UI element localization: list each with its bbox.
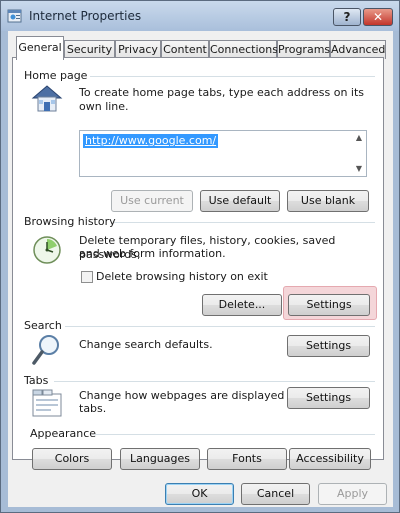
scroll-down-arrow-icon[interactable]: ▼ [354, 164, 364, 174]
house-icon [31, 85, 63, 112]
tabs-label: Tabs [24, 374, 49, 387]
home-page-description: To create home page tabs, type each addr… [79, 86, 365, 113]
use-default-button[interactable]: Use default [200, 190, 280, 212]
search-settings-button[interactable]: Settings [287, 335, 370, 357]
delete-on-exit-label[interactable]: Delete browsing history on exit [96, 270, 268, 284]
window-title: Internet Properties [29, 9, 142, 23]
section-divider [90, 76, 375, 77]
delete-history-button[interactable]: Delete... [202, 294, 282, 316]
colors-button[interactable]: Colors [32, 448, 112, 470]
internet-properties-icon [7, 9, 22, 23]
help-button[interactable]: ? [333, 8, 361, 26]
clock-icon [33, 236, 61, 264]
tabs-settings-button[interactable]: Settings [287, 387, 370, 409]
home-page-url[interactable]: http://www.google.com/ [83, 134, 219, 148]
section-divider [114, 222, 375, 223]
appearance-label: Appearance [30, 427, 97, 440]
apply-button[interactable]: Apply [318, 483, 387, 505]
cancel-button[interactable]: Cancel [241, 483, 310, 505]
dialog-client-area: General Security Privacy Content Connect… [8, 31, 393, 507]
home-page-url-textarea[interactable]: http://www.google.com/ ▲ ▼ [79, 130, 367, 177]
accessibility-button[interactable]: Accessibility [289, 448, 371, 470]
ok-button[interactable]: OK [165, 483, 234, 505]
search-label: Search [24, 319, 62, 332]
browsing-history-description-line2: and web form information. [79, 247, 226, 260]
scroll-up-arrow-icon[interactable]: ▲ [354, 133, 364, 143]
tabs-window-icon [32, 389, 62, 417]
use-current-button[interactable]: Use current [111, 190, 193, 212]
title-bar[interactable]: Internet Properties ? ✕ [1, 1, 399, 31]
tab-general[interactable]: General [16, 36, 64, 60]
browsing-history-label: Browsing history [24, 215, 116, 228]
internet-properties-window: Internet Properties ? ✕ General Security… [0, 0, 400, 513]
fonts-button[interactable]: Fonts [207, 448, 287, 470]
tabs-description-line2: tabs. [79, 402, 107, 415]
section-divider [94, 434, 375, 435]
languages-button[interactable]: Languages [120, 448, 200, 470]
delete-on-exit-checkbox[interactable] [81, 271, 93, 283]
close-button[interactable]: ✕ [363, 8, 393, 26]
magnifier-icon [32, 335, 59, 365]
browsing-history-settings-button[interactable]: Settings [288, 294, 370, 316]
home-page-label: Home page [24, 69, 88, 82]
section-divider [65, 326, 375, 327]
tabs-description-line1: Change how webpages are displayed in [79, 389, 298, 402]
general-tab-panel: Home page To create home page tabs, type… [12, 57, 384, 470]
search-description: Change search defaults. [79, 338, 213, 351]
use-blank-button[interactable]: Use blank [287, 190, 369, 212]
section-divider [54, 381, 375, 382]
